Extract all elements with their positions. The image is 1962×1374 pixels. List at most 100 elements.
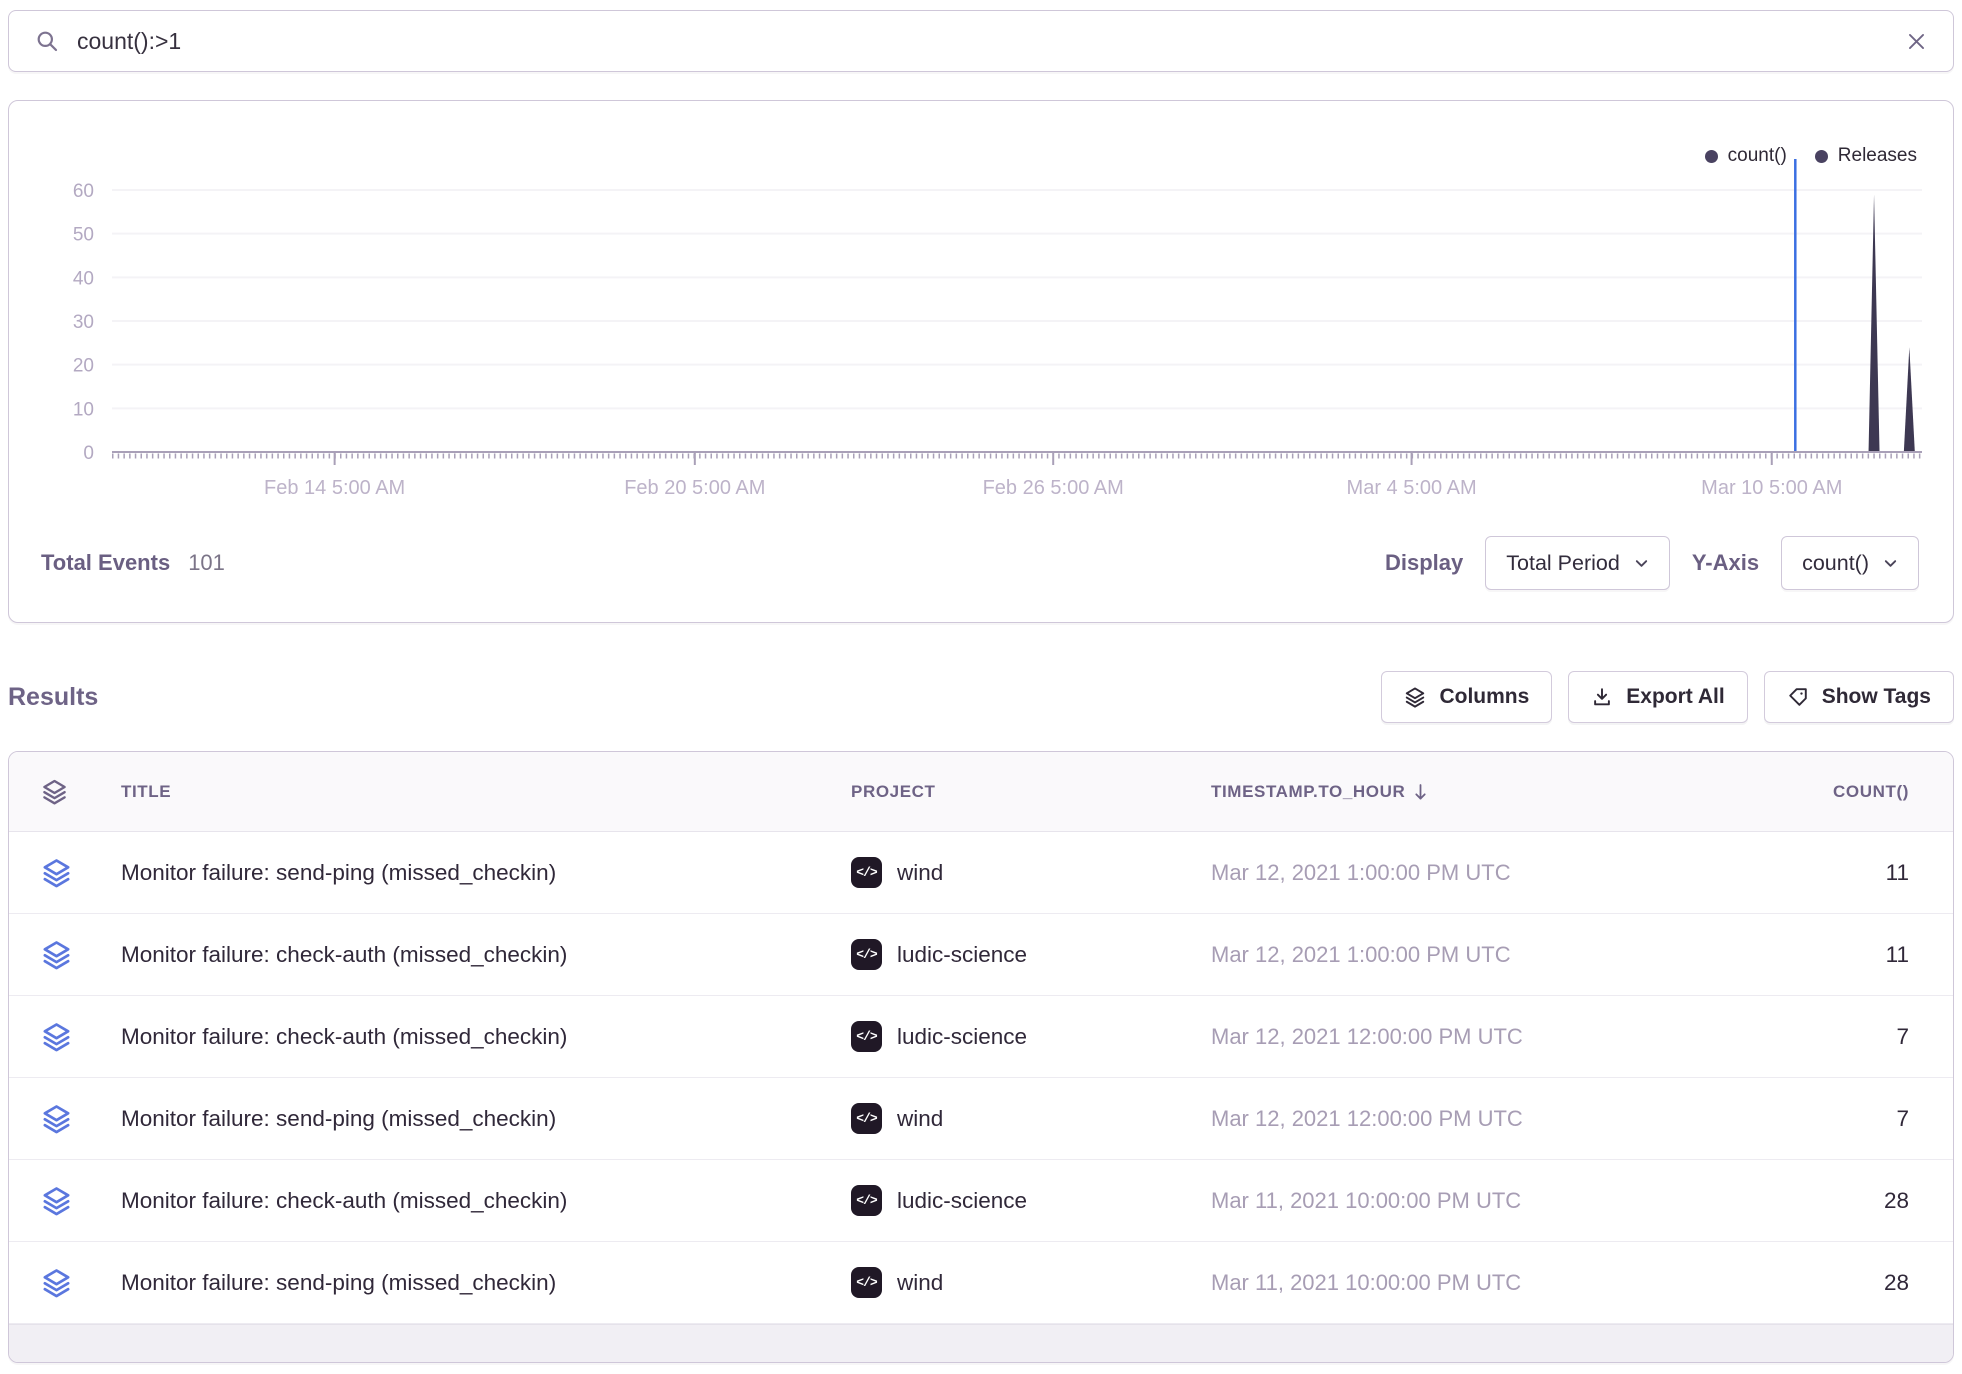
layers-icon <box>1404 686 1426 708</box>
code-brackets-icon: </> <box>851 1267 882 1298</box>
count-value: 11 <box>1571 860 1909 886</box>
legend-dot-icon <box>1705 150 1718 163</box>
svg-text:Feb 20 5:00 AM: Feb 20 5:00 AM <box>624 477 765 499</box>
chart-footer: Total Events 101 Display Total Period Y-… <box>9 523 1953 603</box>
code-brackets-icon: </> <box>851 939 882 970</box>
table-row[interactable]: Monitor failure: send-ping (missed_check… <box>9 1078 1953 1160</box>
project-cell: </> ludic-science <box>851 1185 1211 1216</box>
code-brackets-icon: </> <box>851 1021 882 1052</box>
export-all-button-label: Export All <box>1626 685 1724 709</box>
legend-label: Releases <box>1838 145 1917 167</box>
project-cell: </> ludic-science <box>851 939 1211 970</box>
code-brackets-icon: </> <box>851 1103 882 1134</box>
event-title[interactable]: Monitor failure: send-ping (missed_check… <box>121 1106 851 1132</box>
stack-icon <box>41 1103 72 1134</box>
search-input[interactable] <box>77 28 1888 55</box>
svg-text:60: 60 <box>73 181 94 202</box>
event-title[interactable]: Monitor failure: send-ping (missed_check… <box>121 1270 851 1296</box>
svg-text:10: 10 <box>73 399 94 420</box>
table-footer <box>9 1324 1953 1363</box>
search-icon <box>35 29 59 53</box>
column-header-title[interactable]: TITLE <box>121 782 851 802</box>
event-title[interactable]: Monitor failure: check-auth (missed_chec… <box>121 942 851 968</box>
column-header-project[interactable]: PROJECT <box>851 782 1211 802</box>
svg-text:Mar 10 5:00 AM: Mar 10 5:00 AM <box>1701 477 1842 499</box>
project-name: ludic-science <box>897 1024 1027 1050</box>
display-label: Display <box>1385 550 1463 576</box>
tag-icon <box>1787 686 1809 708</box>
export-all-button[interactable]: Export All <box>1568 671 1747 723</box>
show-tags-button-label: Show Tags <box>1822 685 1931 709</box>
chevron-down-icon <box>1634 556 1649 571</box>
project-name: wind <box>897 860 943 886</box>
download-icon <box>1591 686 1613 708</box>
code-brackets-icon: </> <box>851 857 882 888</box>
stack-icon <box>41 1267 72 1298</box>
project-name: ludic-science <box>897 1188 1027 1214</box>
svg-text:0: 0 <box>83 443 94 464</box>
timestamp-value: Mar 12, 2021 12:00:00 PM UTC <box>1211 1024 1571 1050</box>
legend-label: count() <box>1728 145 1787 167</box>
table-row[interactable]: Monitor failure: check-auth (missed_chec… <box>9 996 1953 1078</box>
svg-text:Feb 26 5:00 AM: Feb 26 5:00 AM <box>983 477 1124 499</box>
search-bar <box>8 10 1954 72</box>
project-cell: </> wind <box>851 857 1211 888</box>
events-chart-panel: count() Releases 0 10 20 30 40 50 60 Feb 14 5:0… <box>8 100 1954 623</box>
yaxis-dropdown-value: count() <box>1802 551 1869 576</box>
chevron-down-icon <box>1883 556 1898 571</box>
count-value: 7 <box>1571 1106 1909 1132</box>
stack-icon <box>41 857 72 888</box>
event-title[interactable]: Monitor failure: check-auth (missed_chec… <box>121 1188 851 1214</box>
results-table: TITLE PROJECT TIMESTAMP.TO_HOUR COUNT() … <box>8 751 1954 1363</box>
legend-dot-icon <box>1815 150 1828 163</box>
yaxis-label: Y-Axis <box>1692 550 1759 576</box>
events-time-series-chart[interactable]: 0 10 20 30 40 50 60 Feb 14 5:00 AM Feb 20 5:00 A… <box>17 153 1953 505</box>
total-events-label: Total Events <box>41 550 170 576</box>
legend-item-releases[interactable]: Releases <box>1815 145 1917 167</box>
svg-text:Feb 14 5:00 AM: Feb 14 5:00 AM <box>264 477 405 499</box>
results-bar: Results Columns Export All <box>8 671 1954 723</box>
count-value: 11 <box>1571 942 1909 968</box>
svg-text:20: 20 <box>73 356 94 377</box>
timestamp-value: Mar 12, 2021 12:00:00 PM UTC <box>1211 1106 1571 1132</box>
display-dropdown[interactable]: Total Period <box>1485 536 1670 590</box>
chart-legend: count() Releases <box>1705 145 1917 167</box>
column-header-timestamp[interactable]: TIMESTAMP.TO_HOUR <box>1211 782 1571 802</box>
project-name: ludic-science <box>897 942 1027 968</box>
count-value: 7 <box>1571 1024 1909 1050</box>
stack-icon <box>41 1021 72 1052</box>
project-name: wind <box>897 1106 943 1132</box>
total-events-value: 101 <box>188 550 225 576</box>
yaxis-dropdown[interactable]: count() <box>1781 536 1919 590</box>
clear-search-button[interactable] <box>1906 31 1927 52</box>
table-row[interactable]: Monitor failure: send-ping (missed_check… <box>9 1242 1953 1324</box>
event-title[interactable]: Monitor failure: check-auth (missed_chec… <box>121 1024 851 1050</box>
close-icon <box>1906 31 1927 52</box>
svg-text:40: 40 <box>73 268 94 289</box>
event-title[interactable]: Monitor failure: send-ping (missed_check… <box>121 860 851 886</box>
svg-text:Mar 4 5:00 AM: Mar 4 5:00 AM <box>1347 477 1477 499</box>
results-heading: Results <box>8 683 98 712</box>
table-row[interactable]: Monitor failure: check-auth (missed_chec… <box>9 1160 1953 1242</box>
columns-button-label: Columns <box>1439 685 1529 709</box>
table-row[interactable]: Monitor failure: check-auth (missed_chec… <box>9 914 1953 996</box>
svg-text:30: 30 <box>73 312 94 333</box>
code-brackets-icon: </> <box>851 1185 882 1216</box>
project-cell: </> wind <box>851 1267 1211 1298</box>
column-header-count[interactable]: COUNT() <box>1571 782 1909 802</box>
column-header-timestamp-label: TIMESTAMP.TO_HOUR <box>1211 782 1405 802</box>
stack-icon <box>41 1185 72 1216</box>
project-name: wind <box>897 1270 943 1296</box>
stack-icon <box>41 778 121 805</box>
project-cell: </> ludic-science <box>851 1021 1211 1052</box>
display-dropdown-value: Total Period <box>1506 551 1620 576</box>
timestamp-value: Mar 11, 2021 10:00:00 PM UTC <box>1211 1270 1571 1296</box>
timestamp-value: Mar 12, 2021 1:00:00 PM UTC <box>1211 860 1571 886</box>
show-tags-button[interactable]: Show Tags <box>1764 671 1954 723</box>
project-cell: </> wind <box>851 1103 1211 1134</box>
timestamp-value: Mar 12, 2021 1:00:00 PM UTC <box>1211 942 1571 968</box>
legend-item-count[interactable]: count() <box>1705 145 1787 167</box>
svg-text:50: 50 <box>73 225 94 246</box>
columns-button[interactable]: Columns <box>1381 671 1552 723</box>
table-row[interactable]: Monitor failure: send-ping (missed_check… <box>9 832 1953 914</box>
